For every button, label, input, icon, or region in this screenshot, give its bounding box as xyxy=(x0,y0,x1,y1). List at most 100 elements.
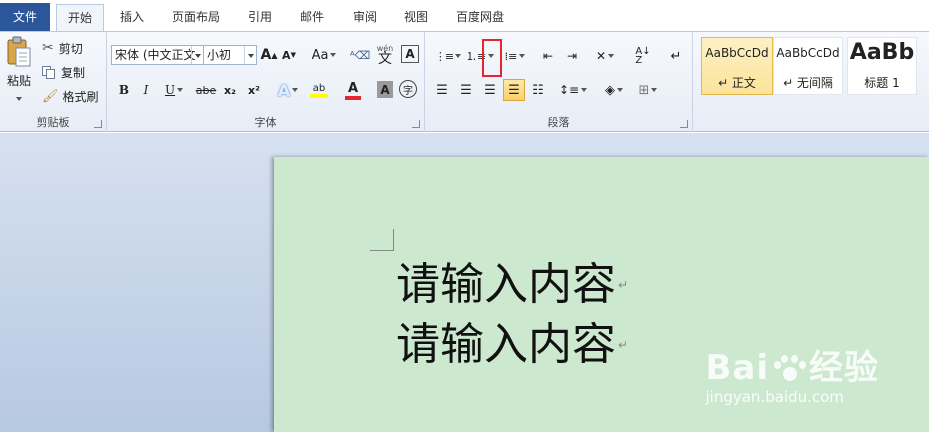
tab-baidu-netdisk[interactable]: 百度网盘 xyxy=(448,4,512,32)
paragraph-dialog-launcher[interactable] xyxy=(680,120,688,128)
font-name-value: 宋体 (中文正文 xyxy=(115,48,196,62)
shrink-font-icon: A xyxy=(282,48,291,62)
strikethrough-icon: abe xyxy=(195,83,217,97)
font-size-value: 小初 xyxy=(207,48,232,62)
tab-home[interactable]: 开始 xyxy=(56,4,104,33)
paintbrush-icon: 🖌 xyxy=(42,88,59,104)
show-marks-button[interactable]: ↵ xyxy=(667,46,685,66)
borders-button[interactable]: ⊞ xyxy=(633,80,663,100)
text-effect-button[interactable]: A xyxy=(275,79,301,101)
doc-paragraph[interactable]: 请输入内容 ↵ xyxy=(396,320,628,370)
align-right-icon: ☰ xyxy=(484,82,496,98)
shrink-font-button[interactable]: A ▼ xyxy=(281,45,297,65)
paragraph-group: ⋮≡ ⒈≡ ⁞≡ ⇤ ⇥ ✕ A↓ Z ↵ ☰ ☰ ☰ ☰ ☷ ↕≡ ◈ ⊞ 段落 xyxy=(425,32,693,132)
format-painter-button[interactable]: 🖌 格式刷 xyxy=(42,86,99,106)
style-normal[interactable]: AaBbCcDd ↵ 正文 xyxy=(701,37,773,95)
doc-paragraph-text: 请输入内容 xyxy=(396,259,616,310)
baidu-jingyan-watermark: Bai 经验 jingyan.baidu.com xyxy=(705,340,879,406)
tab-review[interactable]: 审阅 xyxy=(343,4,387,32)
highlight-color-button[interactable]: ab xyxy=(305,79,333,101)
italic-icon: I xyxy=(143,83,149,97)
font-name-dropdown-icon[interactable] xyxy=(191,46,203,64)
bullet-list-icon: ⋮≡ xyxy=(434,49,454,63)
paragraph-mark: ↵ xyxy=(618,338,629,352)
font-size-dropdown-icon[interactable] xyxy=(244,46,256,64)
phonetic-char-icon: 文 xyxy=(378,51,392,67)
copy-label: 复制 xyxy=(61,65,86,80)
doc-paragraph[interactable]: 请输入内容 ↵ xyxy=(396,260,628,310)
tab-references[interactable]: 引用 xyxy=(238,4,282,32)
paste-label: 粘贴 xyxy=(6,74,31,88)
align-center-icon: ☰ xyxy=(460,82,472,98)
bold-button[interactable]: B xyxy=(115,80,133,100)
font-dialog-launcher[interactable] xyxy=(412,120,420,128)
tab-insert[interactable]: 插入 xyxy=(110,4,154,32)
clipboard-dialog-launcher[interactable] xyxy=(94,120,102,128)
phonetic-guide-button[interactable]: wén 文 xyxy=(375,41,395,67)
line-spacing-icon: ↕≡ xyxy=(558,83,580,97)
paste-button[interactable]: 粘贴 xyxy=(4,36,34,112)
bullets-button[interactable]: ⋮≡ xyxy=(433,46,463,66)
enclose-char-button[interactable]: 字 xyxy=(399,80,417,98)
paragraph-mark: ↵ xyxy=(618,278,629,292)
font-size-combo[interactable]: 小初 xyxy=(203,45,257,65)
clipboard-group: 粘贴 ✂ 剪切 复制 🖌 格式刷 剪贴板 xyxy=(0,32,107,132)
enclose-char-icon: 字 xyxy=(403,85,413,97)
style-heading-1-name: 标题 1 xyxy=(864,76,900,90)
distributed-button[interactable]: ☷ xyxy=(529,80,547,100)
margin-corner-mark xyxy=(370,229,394,251)
justify-button[interactable]: ☰ xyxy=(503,79,525,101)
style-no-spacing-sample: AaBbCcDd xyxy=(776,46,840,60)
subscript-button[interactable]: x₂ xyxy=(221,80,239,100)
decrease-indent-button[interactable]: ⇤ xyxy=(539,46,557,66)
copy-icon xyxy=(42,65,56,79)
tab-file[interactable]: 文件 xyxy=(0,3,50,32)
superscript-button[interactable]: x² xyxy=(245,80,263,100)
align-center-button[interactable]: ☰ xyxy=(457,80,475,100)
watermark-brand-left: Bai xyxy=(705,348,769,388)
style-heading-1[interactable]: AaBb 标题 1 xyxy=(847,37,917,95)
align-right-button[interactable]: ☰ xyxy=(481,80,499,100)
tab-page-layout[interactable]: 页面布局 xyxy=(164,4,228,32)
style-no-spacing[interactable]: AaBbCcDd ↵ 无间隔 xyxy=(773,37,843,95)
clear-format-icon: ᴬ⌫ xyxy=(349,48,371,62)
font-color-button[interactable]: A xyxy=(340,79,366,101)
sort-button[interactable]: A↓ Z xyxy=(633,46,653,66)
paragraph-group-label: 段落 xyxy=(547,116,570,129)
char-border-icon: A xyxy=(405,47,415,61)
change-case-button[interactable]: Aa xyxy=(311,45,337,65)
style-heading-1-sample: AaBb xyxy=(849,40,915,65)
char-border-button[interactable]: A xyxy=(401,45,419,63)
paste-dropdown-icon[interactable] xyxy=(16,97,22,101)
align-left-button[interactable]: ☰ xyxy=(433,80,451,100)
paint-bucket-icon: ◈ xyxy=(605,82,615,98)
clear-format-button[interactable]: ᴬ⌫ xyxy=(349,43,371,67)
font-group: 宋体 (中文正文 小初 A ▲ A ▼ Aa ᴬ⌫ wén 文 A B I U ab… xyxy=(107,32,425,132)
increase-indent-button[interactable]: ⇥ xyxy=(563,46,581,66)
watermark-url: jingyan.baidu.com xyxy=(705,388,844,406)
highlighter-icon: ab xyxy=(312,82,326,94)
font-color-icon: A xyxy=(347,80,359,96)
grow-font-icon: A xyxy=(260,47,272,63)
strikethrough-button[interactable]: abe xyxy=(195,80,217,100)
line-spacing-button[interactable]: ↕≡ xyxy=(558,80,588,100)
italic-button[interactable]: I xyxy=(137,80,155,100)
tab-view[interactable]: 视图 xyxy=(394,4,438,32)
distributed-icon: ☷ xyxy=(532,82,544,98)
superscript-icon: x² xyxy=(248,83,260,97)
multilevel-list-button[interactable]: ⁞≡ xyxy=(501,46,529,66)
annotation-highlight-box xyxy=(482,39,502,77)
tab-mailings[interactable]: 邮件 xyxy=(290,4,334,32)
char-shading-button[interactable]: A xyxy=(377,81,393,98)
ribbon: 粘贴 ✂ 剪切 复制 🖌 格式刷 剪贴板 宋体 (中文正文 小初 A ▲ A ▼… xyxy=(0,31,929,132)
copy-button[interactable]: 复制 xyxy=(42,62,85,82)
shading-button[interactable]: ◈ xyxy=(599,80,629,100)
subscript-icon: x₂ xyxy=(224,83,236,97)
sort-az-icon: A↓ Z xyxy=(635,46,651,66)
font-name-combo[interactable]: 宋体 (中文正文 xyxy=(111,45,204,65)
grow-font-button[interactable]: A ▲ xyxy=(260,45,278,65)
underline-button[interactable]: U xyxy=(161,80,187,100)
chinese-layout-button[interactable]: ✕ xyxy=(591,46,619,66)
cut-button[interactable]: ✂ 剪切 xyxy=(42,38,83,58)
style-no-spacing-name: ↵ 无间隔 xyxy=(783,76,833,90)
